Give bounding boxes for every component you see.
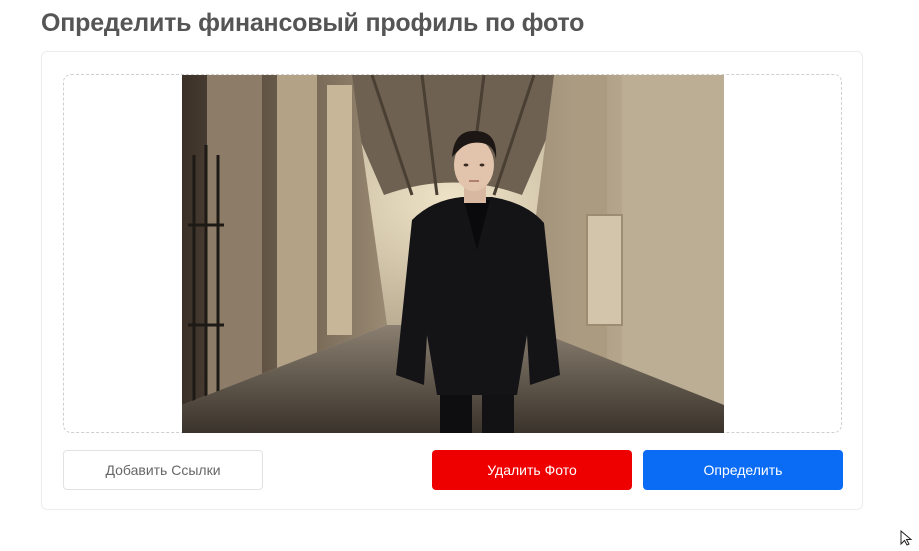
detect-button[interactable]: Определить xyxy=(643,450,843,490)
add-links-button[interactable]: Добавить Ссылки xyxy=(63,450,263,490)
page-title: Определить финансовый профиль по фото xyxy=(41,9,585,37)
uploaded-photo xyxy=(182,75,724,433)
mouse-pointer-icon xyxy=(900,529,914,551)
delete-photo-button[interactable]: Удалить Фото xyxy=(432,450,632,490)
